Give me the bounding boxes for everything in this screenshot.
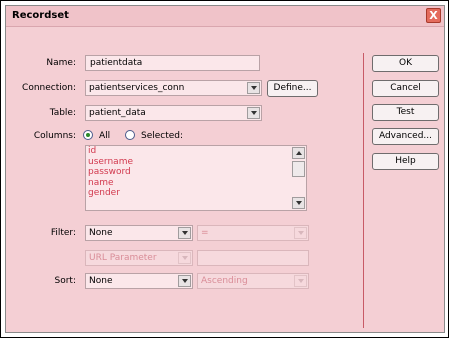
filter-operator-select[interactable]: = xyxy=(197,225,309,241)
list-item[interactable]: name xyxy=(86,178,306,189)
title-bar[interactable]: Recordset X xyxy=(6,6,444,27)
chevron-down-icon[interactable] xyxy=(178,227,191,239)
chevron-down-icon[interactable] xyxy=(247,82,260,94)
sort-order: Ascending xyxy=(201,276,248,286)
ok-button[interactable]: OK xyxy=(372,55,439,72)
sort-order-select[interactable]: Ascending xyxy=(197,273,309,289)
list-item[interactable]: gender xyxy=(86,188,306,199)
divider-line xyxy=(363,53,364,328)
scroll-thumb[interactable] xyxy=(292,161,305,177)
sort-label: Sort: xyxy=(54,276,76,286)
filter-label: Filter: xyxy=(50,228,76,238)
test-button[interactable]: Test xyxy=(372,104,439,121)
list-item[interactable]: username xyxy=(86,157,306,168)
name-label: Name: xyxy=(46,58,76,68)
scroll-up-icon[interactable] xyxy=(292,147,305,159)
columns-all-radio[interactable] xyxy=(83,130,93,140)
filter-param-input[interactable] xyxy=(197,250,309,266)
table-select[interactable]: patient_data xyxy=(85,105,262,121)
name-input[interactable]: patientdata xyxy=(85,55,260,71)
columns-label: Columns: xyxy=(33,131,76,141)
scroll-down-icon[interactable] xyxy=(292,197,305,209)
chevron-down-icon[interactable] xyxy=(178,275,191,287)
columns-listbox[interactable]: id username password name gender xyxy=(85,145,307,211)
vertical-scrollbar[interactable] xyxy=(292,147,305,209)
sort-value: None xyxy=(89,276,113,286)
connection-select[interactable]: patientservices_conn xyxy=(85,80,262,96)
window-title: Recordset xyxy=(12,10,69,21)
advanced-button[interactable]: Advanced... xyxy=(372,128,439,145)
list-item[interactable]: id xyxy=(86,146,306,157)
filter-column-select[interactable]: None xyxy=(85,225,193,241)
connection-value: patientservices_conn xyxy=(89,83,185,93)
table-value: patient_data xyxy=(89,108,146,118)
sort-column-select[interactable]: None xyxy=(85,273,193,289)
filter-operator: = xyxy=(201,228,209,238)
columns-all-label: All xyxy=(99,131,111,141)
columns-selected-label: Selected: xyxy=(141,131,184,141)
chevron-down-icon[interactable] xyxy=(294,275,307,287)
help-button[interactable]: Help xyxy=(372,153,439,170)
define-button[interactable]: Define... xyxy=(267,80,318,97)
list-item[interactable]: password xyxy=(86,167,306,178)
filter-param-type: URL Parameter xyxy=(89,253,157,263)
chevron-down-icon[interactable] xyxy=(178,252,191,264)
recordset-dialog: Recordset X Name: patientdata Connection… xyxy=(5,5,445,333)
connection-label: Connection: xyxy=(22,83,76,93)
chevron-down-icon[interactable] xyxy=(247,107,260,119)
filter-value: None xyxy=(89,228,113,238)
cancel-button[interactable]: Cancel xyxy=(372,80,439,97)
chevron-down-icon[interactable] xyxy=(294,227,307,239)
table-label: Table: xyxy=(49,108,76,118)
close-icon[interactable]: X xyxy=(426,8,441,23)
filter-param-type-select[interactable]: URL Parameter xyxy=(85,250,193,266)
columns-selected-radio[interactable] xyxy=(125,130,135,140)
